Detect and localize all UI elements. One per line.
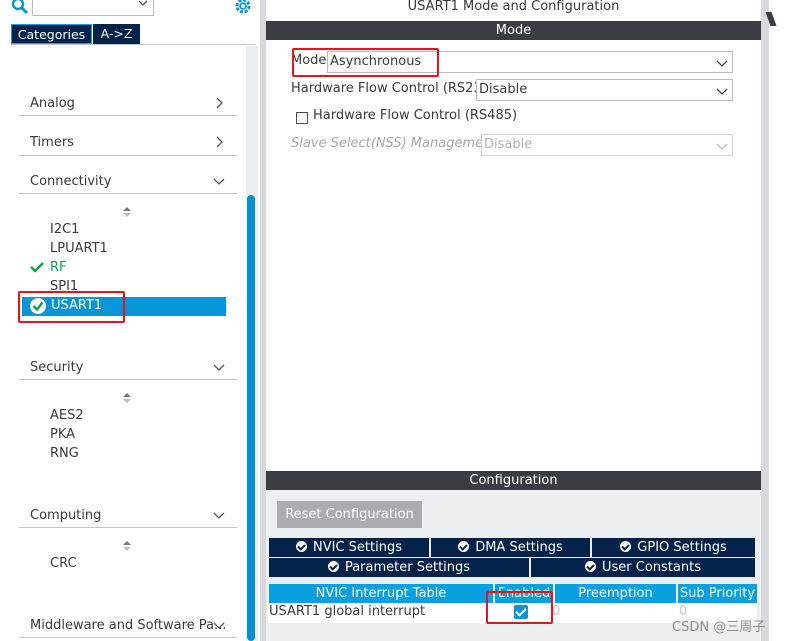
chevron-down-icon[interactable]: [213, 175, 225, 187]
mode-section-header: Mode: [266, 21, 761, 40]
categories-panel: Categories A->Z Analog Timers Connectivi…: [0, 0, 260, 641]
chevron-down-icon: [716, 143, 728, 150]
list-item-lpuart1[interactable]: LPUART1: [50, 241, 108, 256]
nss-select-value: Disable: [484, 137, 533, 152]
divider: [19, 379, 237, 380]
tab-label: DMA Settings: [475, 540, 563, 555]
sort-icon[interactable]: [121, 392, 133, 404]
rs232-label: Hardware Flow Control (RS232): [291, 81, 496, 96]
highlight-annotation: [18, 291, 125, 323]
chevron-right-icon[interactable]: [213, 97, 225, 109]
tab-label: Parameter Settings: [344, 560, 471, 575]
tab-nvic-settings[interactable]: NVIC Settings: [269, 538, 429, 557]
sort-icon[interactable]: [121, 206, 133, 218]
category-connectivity[interactable]: Connectivity: [30, 174, 111, 189]
list-item-rng[interactable]: RNG: [50, 446, 79, 461]
divider: [19, 115, 237, 116]
chevron-down-icon: [716, 60, 728, 67]
watermark: CSDN @三周子: [672, 620, 766, 635]
configuration-section-header: Configuration: [266, 471, 761, 490]
divider: [19, 193, 237, 194]
page-title: USART1 Mode and Configuration: [407, 0, 620, 14]
column-header-preemption-priority[interactable]: Preemption Priority: [555, 584, 676, 620]
check-circle-icon: [458, 541, 470, 552]
tab-label: GPIO Settings: [637, 540, 727, 555]
tab-categories[interactable]: Categories: [11, 24, 92, 44]
gear-icon[interactable]: [233, 0, 253, 16]
divider: [19, 155, 237, 156]
scrollbar-thumb[interactable]: [247, 195, 255, 641]
list-item-crc[interactable]: CRC: [50, 556, 77, 571]
tab-label: User Constants: [602, 560, 701, 575]
sort-icon[interactable]: [121, 540, 133, 552]
chevron-down-icon[interactable]: [213, 509, 225, 521]
tab-user-constants[interactable]: User Constants: [531, 558, 755, 577]
check-circle-icon: [296, 541, 307, 552]
tab-gpio-settings[interactable]: GPIO Settings: [592, 538, 755, 557]
highlight-annotation: [292, 48, 439, 77]
list-item-pka[interactable]: PKA: [50, 427, 75, 442]
list-item-rf[interactable]: RF: [50, 260, 67, 275]
tab-a-z[interactable]: A->Z: [93, 24, 140, 44]
list-item-i2c1[interactable]: I2C1: [50, 222, 79, 237]
divider: [11, 44, 256, 45]
chevron-down-icon[interactable]: [213, 619, 225, 631]
chevron-down-icon: [716, 88, 728, 95]
rs485-checkbox[interactable]: [296, 112, 308, 124]
chevron-down-icon[interactable]: [213, 361, 225, 373]
highlight-annotation: [486, 591, 553, 624]
rs232-select[interactable]: Disable: [476, 79, 733, 101]
rs485-label: Hardware Flow Control (RS485): [313, 108, 518, 123]
check-icon: [30, 262, 44, 273]
reset-configuration-button[interactable]: Reset Configuration: [277, 501, 422, 528]
category-computing[interactable]: Computing: [30, 508, 101, 523]
interrupt-name-cell: USART1 global interrupt: [269, 604, 426, 619]
column-header-nvic-interrupt-table[interactable]: NVIC Interrupt Table: [269, 584, 493, 603]
divider: [19, 637, 237, 638]
category-middleware[interactable]: Middleware and Software Pa...: [30, 618, 226, 633]
list-item-aes2[interactable]: AES2: [50, 408, 84, 423]
outer-panel: [769, 0, 787, 641]
category-security[interactable]: Security: [30, 360, 83, 375]
divider: [19, 527, 237, 528]
tab-label: NVIC Settings: [313, 540, 402, 555]
check-circle-icon: [585, 561, 596, 572]
rs232-select-value: Disable: [479, 82, 528, 97]
column-header-sub-priority[interactable]: Sub Priority: [678, 584, 757, 603]
search-icon[interactable]: [11, 0, 29, 15]
category-analog[interactable]: Analog: [30, 96, 75, 111]
scrollbar-track[interactable]: [761, 0, 769, 641]
category-timers[interactable]: Timers: [30, 135, 74, 150]
tab-dma-settings[interactable]: DMA Settings: [431, 538, 590, 557]
nss-label: Slave Select(NSS) Management: [291, 136, 497, 151]
nss-select: Disable: [481, 134, 733, 156]
preemption-priority-cell[interactable]: 0: [552, 604, 560, 619]
check-circle-icon: [620, 541, 632, 552]
check-circle-icon: [327, 561, 339, 572]
tab-parameter-settings[interactable]: Parameter Settings: [269, 558, 529, 577]
chevron-down-icon: [138, 0, 148, 6]
chevron-right-icon[interactable]: [213, 136, 225, 148]
search-input[interactable]: [32, 0, 154, 16]
